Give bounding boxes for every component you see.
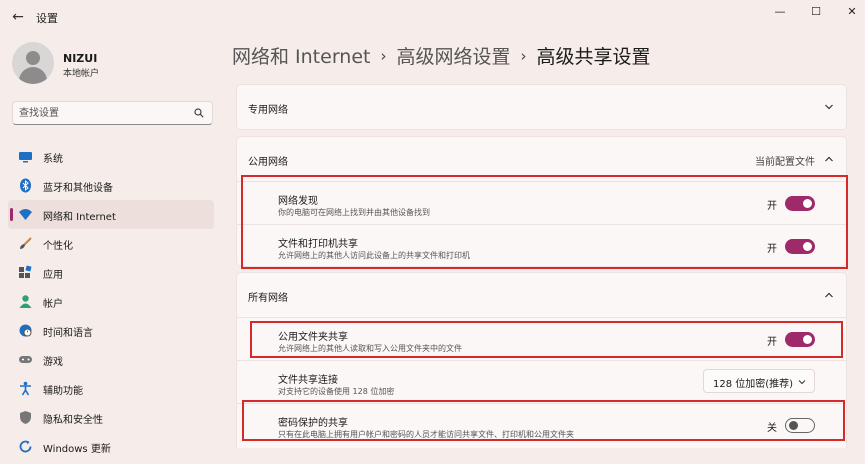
sidebar-item-accounts[interactable]: 帐户 [8,287,214,316]
dropdown-selected-value: 128 位加密(推荐) [713,379,794,390]
sidebar-item-label: 系统 [43,154,63,165]
chevron-up-icon[interactable] [824,290,834,300]
sidebar-item-label: 辅助功能 [43,386,83,397]
sidebar-item-windows-update[interactable]: Windows 更新 [8,432,214,461]
current-profile-label: 当前配置文件 [755,157,815,168]
sidebar-item-label: 网络和 Internet [43,212,116,223]
breadcrumb-separator: › [380,47,387,65]
network-icon [19,209,32,220]
sidebar-item-label: 个性化 [43,241,73,252]
all-networks-section[interactable]: 所有网络 [236,272,847,318]
sidebar-item-network[interactable]: 网络和 Internet [8,200,214,229]
maximize-button[interactable]: ☐ [806,4,826,20]
accessibility-icon [20,381,31,396]
section-title: 所有网络 [248,293,288,304]
sidebar-item-accessibility[interactable]: 辅助功能 [8,374,214,403]
section-title: 专用网络 [248,105,288,116]
avatar[interactable] [12,42,54,84]
sidebar-item-label: 隐私和安全性 [43,415,103,426]
sidebar-item-label: 应用 [43,270,63,281]
private-network-section[interactable]: 专用网络 [236,84,847,130]
search-input[interactable] [19,105,189,121]
breadcrumb-advanced-network[interactable]: 高级网络设置 [396,46,510,68]
sidebar-item-system[interactable]: 系统 [8,142,214,171]
highlight-box-password-sharing [242,400,845,441]
sidebar-item-label: 游戏 [43,357,63,368]
app-title: 设置 [36,12,58,25]
sidebar-item-label: 帐户 [43,299,63,310]
sidebar-item-label: Windows 更新 [43,444,111,455]
file-sharing-connections-row: 文件共享连接 对支持它的设备使用 128 位加密 128 位加密(推荐) [236,361,847,403]
sidebar-item-privacy[interactable]: 隐私和安全性 [8,403,214,432]
selection-indicator [10,208,13,221]
title-bar: ← 设置 — ☐ ✕ [0,0,865,34]
gamepad-icon [19,356,32,363]
avatar-head [26,51,40,65]
encryption-dropdown[interactable]: 128 位加密(推荐) [703,369,815,393]
setting-description: 对支持它的设备使用 128 位加密 [278,387,395,396]
chevron-down-icon [798,380,806,385]
sidebar-item-apps[interactable]: 应用 [8,258,214,287]
user-account-type: 本地帐户 [63,69,100,79]
minimize-button[interactable]: — [770,4,790,20]
sidebar-item-label: 蓝牙和其他设备 [43,183,113,194]
system-icon [19,152,32,163]
close-button[interactable]: ✕ [842,4,862,20]
breadcrumb-separator: › [520,47,527,65]
back-button[interactable]: ← [8,8,28,26]
setting-title: 文件共享连接 [278,375,338,386]
sidebar-item-gaming[interactable]: 游戏 [8,345,214,374]
update-icon [19,440,32,453]
sidebar-nav: 系统 蓝牙和其他设备 网络和 Internet 个性化 应用 帐户 时间和语言 … [8,142,214,461]
page-title: 高级共享设置 [536,46,651,68]
chevron-down-icon[interactable] [824,102,834,112]
account-icon [19,295,32,308]
search-box[interactable] [12,101,213,125]
brush-icon [20,237,32,249]
section-title: 公用网络 [248,157,288,168]
sidebar-item-personalization[interactable]: 个性化 [8,229,214,258]
bluetooth-icon [20,178,31,193]
search-icon[interactable] [194,108,204,118]
user-name: NIZUI [63,52,98,65]
apps-icon [19,265,32,278]
sidebar-item-bluetooth[interactable]: 蓝牙和其他设备 [8,171,214,200]
sidebar-item-time-language[interactable]: 时间和语言 [8,316,214,345]
highlight-box-public-folder [250,321,843,358]
breadcrumb-network-internet[interactable]: 网络和 Internet [232,46,370,68]
chevron-up-icon[interactable] [824,154,834,164]
avatar-body [19,67,47,84]
shield-icon [20,411,31,424]
highlight-box-public-network [241,175,848,269]
globe-clock-icon [19,324,32,337]
sidebar-item-label: 时间和语言 [43,328,93,339]
breadcrumb: 网络和 Internet › 高级网络设置 › 高级共享设置 [232,42,651,70]
